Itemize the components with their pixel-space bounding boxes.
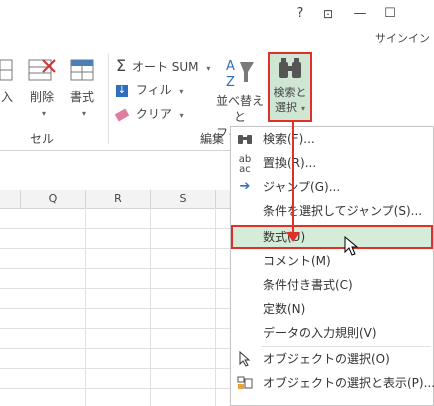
menu-item-selection-pane-label: オブジェクトの選択と表示(P)... [263, 376, 434, 390]
menu-item-goto-special[interactable]: 条件を選択してジャンプ(S)... [231, 199, 433, 223]
column-header-q[interactable]: Q [21, 190, 86, 209]
sigma-icon: Σ [116, 56, 127, 75]
arrow-right-icon: ➔ [239, 179, 251, 194]
find-select-label-2: 選択 ▾ [274, 101, 305, 114]
column-header[interactable] [0, 190, 21, 209]
menu-item-comments-label: コメント(M) [263, 254, 331, 268]
menu-item-goto-label: ジャンプ(G)... [263, 180, 341, 194]
ribbon-divider [108, 54, 109, 144]
signin-link[interactable]: サインイン [375, 30, 430, 46]
menu-item-select-objects[interactable]: オブジェクトの選択(O) [231, 347, 433, 371]
maximize-button[interactable]: ☐ [380, 4, 400, 24]
binoculars-icon [235, 129, 255, 149]
delete-cells-icon [28, 59, 56, 81]
binoculars-icon [279, 58, 301, 78]
menu-item-replace-label: 置換(R)... [263, 156, 317, 170]
ribbon-display-options-button[interactable]: ⊡ [318, 4, 338, 24]
chevron-down-icon: ▾ [179, 111, 184, 120]
chevron-down-icon: ▾ [41, 109, 46, 118]
insert-cells-icon [0, 59, 13, 81]
column-header-r[interactable]: R [86, 190, 151, 209]
delete-cells-button[interactable]: 削除 ▾ [24, 56, 60, 119]
menu-item-constants[interactable]: 定数(N) [231, 297, 433, 321]
grid-line [150, 208, 151, 406]
menu-item-conditional-formatting[interactable]: 条件付き書式(C) [231, 273, 433, 297]
fill-down-icon: ↓ [116, 84, 128, 97]
menu-item-data-validation[interactable]: データの入力規則(V) [231, 321, 433, 345]
find-select-button[interactable]: 検索と 選択 ▾ [268, 52, 312, 122]
menu-item-replace[interactable]: ab ac 置換(R)... [231, 151, 433, 175]
fill-button[interactable]: ↓ フィル ▾ [116, 80, 183, 100]
menu-item-comments[interactable]: コメント(M) [231, 249, 433, 273]
format-cells-label: 書式 [69, 90, 94, 104]
svg-text:A: A [226, 59, 235, 74]
sort-filter-label-1: 並べ替えと [215, 94, 264, 124]
clear-button[interactable]: クリア ▾ [114, 104, 184, 124]
find-select-label-1: 検索と [273, 86, 307, 99]
menu-item-goto[interactable]: ➔ ジャンプ(G)... [231, 175, 433, 199]
menu-item-select-objects-label: オブジェクトの選択(O) [263, 352, 390, 366]
autosum-button[interactable]: Σ オート SUM ▾ [116, 56, 210, 76]
menu-item-constants-label: 定数(N) [263, 302, 306, 316]
menu-item-find-label: 検索(F)... [263, 132, 315, 146]
mouse-cursor-icon [344, 235, 359, 259]
annotation-arrow-head [286, 232, 300, 242]
autosum-label: オート SUM [131, 60, 199, 74]
format-cells-icon [70, 59, 94, 81]
chevron-down-icon: ▾ [179, 87, 184, 96]
pointer-icon [235, 349, 255, 369]
chevron-down-icon: ▾ [206, 64, 211, 73]
replace-icon: ab ac [238, 154, 252, 175]
delete-cells-label: 削除 [29, 90, 54, 104]
find-select-menu: 検索(F)... ab ac 置換(R)... ➔ ジャンプ(G)... 条件を選… [230, 126, 434, 406]
selection-pane-icon [235, 373, 255, 393]
format-cells-button[interactable]: 書式 ▾ [64, 56, 100, 119]
insert-cells-label: 入 [0, 90, 13, 104]
eraser-icon [114, 108, 130, 121]
menu-item-formulas[interactable]: 数式(U) [231, 225, 433, 249]
fill-label: フィル [135, 83, 172, 97]
svg-text:Z: Z [226, 75, 235, 90]
menu-item-selection-pane[interactable]: オブジェクトの選択と表示(P)... [231, 371, 434, 395]
sort-filter-icon: A Z [226, 59, 254, 90]
cells-group-label: セル [30, 132, 55, 146]
menu-item-data-validation-label: データの入力規則(V) [263, 326, 377, 340]
menu-item-find[interactable]: 検索(F)... [231, 127, 433, 151]
column-header-s[interactable]: S [151, 190, 216, 209]
grid-line [85, 208, 86, 406]
editing-group-label: 編集 [200, 132, 225, 146]
help-button[interactable]: ? [290, 4, 310, 24]
annotation-arrow [292, 120, 294, 236]
minimize-button[interactable]: — [350, 4, 370, 24]
menu-item-goto-special-label: 条件を選択してジャンプ(S)... [263, 204, 423, 218]
chevron-down-icon: ▾ [81, 109, 86, 118]
menu-item-conditional-formatting-label: 条件付き書式(C) [263, 278, 353, 292]
insert-cells-button[interactable]: 入 [0, 56, 14, 105]
clear-label: クリア [135, 107, 172, 121]
grid-line [215, 208, 216, 406]
title-bar: ? ⊡ — ☐ サインイン [0, 0, 434, 50]
